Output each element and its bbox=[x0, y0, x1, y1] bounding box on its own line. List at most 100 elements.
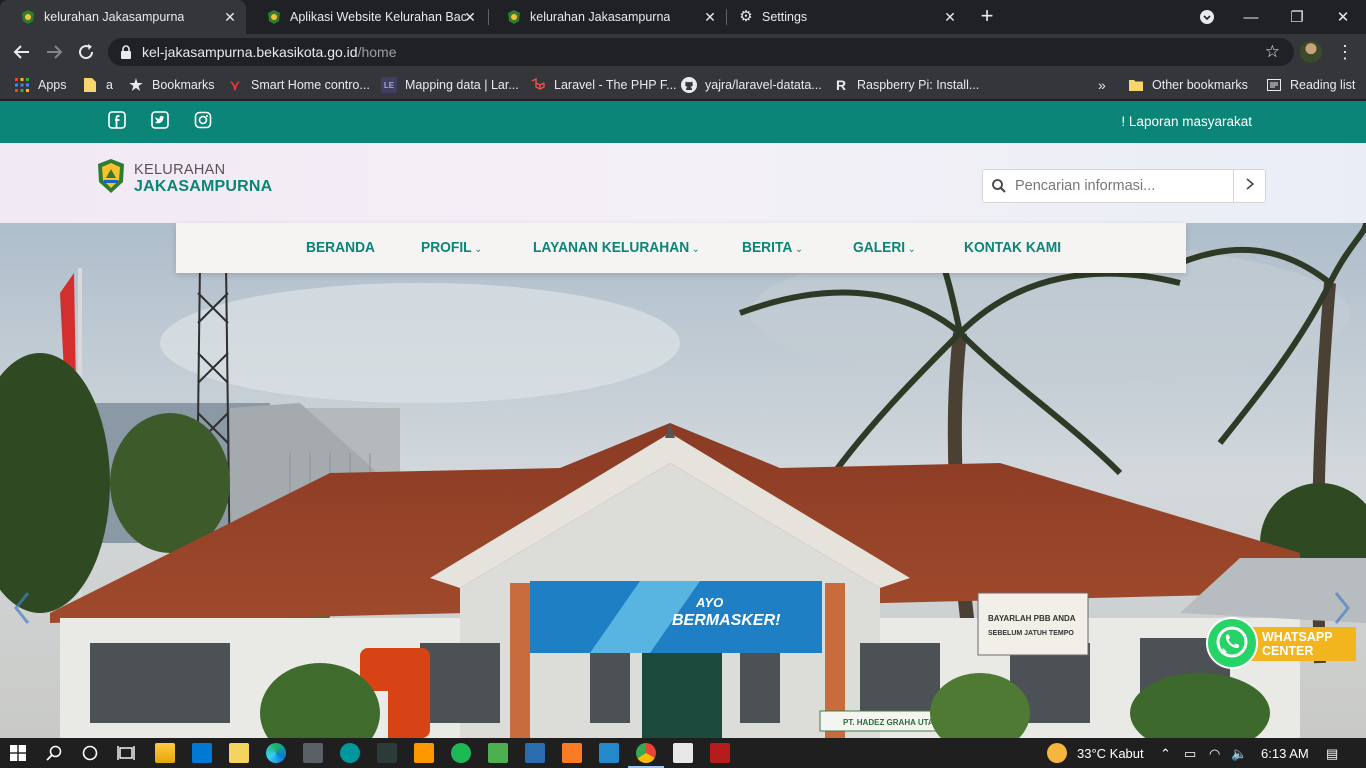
chevron-down-icon: ⌄ bbox=[907, 244, 916, 255]
close-icon[interactable]: ✕ bbox=[222, 9, 238, 25]
chevron-right-icon bbox=[1245, 178, 1254, 190]
notification-icon[interactable]: ▤ bbox=[1326, 746, 1338, 762]
task-view-icon[interactable] bbox=[117, 745, 135, 761]
search-input[interactable] bbox=[1015, 170, 1233, 202]
tab-title: Settings bbox=[762, 10, 808, 24]
close-icon[interactable]: ✕ bbox=[942, 9, 958, 25]
app-tool-icon[interactable] bbox=[488, 743, 508, 763]
show-hidden-icons-icon[interactable]: ⌃ bbox=[1160, 746, 1171, 762]
nav-layanan-kelurahan[interactable]: LAYANAN KELURAHAN ⌄ bbox=[533, 239, 700, 256]
wifi-icon[interactable]: ◠ bbox=[1209, 746, 1220, 762]
nav-label: KONTAK KAMI bbox=[964, 239, 1062, 256]
url-domain: kel-jakasampurna.bekasikota.go.id bbox=[142, 44, 358, 60]
xampp-icon[interactable] bbox=[562, 743, 582, 763]
windows-taskbar: 33°C Kabut ⌃ ▭ ◠ 🔈 6:13 AM ▤ bbox=[0, 738, 1366, 768]
logo-text-top: KELURAHAN bbox=[134, 162, 226, 178]
profile-avatar[interactable] bbox=[1300, 41, 1322, 63]
tab-aplikasi-backend[interactable]: Aplikasi Website Kelurahan Backend ✕ bbox=[246, 0, 486, 34]
volume-icon[interactable]: 🔈 bbox=[1231, 746, 1247, 762]
tab-title: kelurahan Jakasampurna bbox=[530, 10, 671, 24]
bekasi-emblem-icon[interactable] bbox=[96, 158, 126, 194]
file-explorer-icon[interactable] bbox=[155, 743, 175, 763]
tab-settings[interactable]: ⚙ Settings ✕ bbox=[718, 0, 966, 34]
arrow-right-icon bbox=[47, 45, 63, 59]
vscode-icon[interactable] bbox=[599, 743, 619, 763]
reading-list-icon bbox=[1266, 77, 1282, 93]
facebook-icon[interactable] bbox=[108, 111, 126, 129]
search-icon[interactable] bbox=[46, 745, 62, 761]
bookmark-laravel[interactable]: Laravel - The PHP F... bbox=[530, 76, 677, 94]
browser-menu-icon[interactable]: ⋮ bbox=[1336, 40, 1354, 64]
weather-icon[interactable] bbox=[1047, 743, 1067, 763]
clock-time[interactable]: 6:13 AM bbox=[1261, 746, 1309, 761]
forward-button[interactable] bbox=[42, 40, 66, 64]
minimize-button[interactable]: — bbox=[1228, 0, 1274, 34]
sublime-text-icon[interactable] bbox=[414, 743, 434, 763]
bookmarks-overflow-button[interactable]: » bbox=[1098, 76, 1106, 94]
bookmark-bookmarks[interactable]: ★ Bookmarks bbox=[128, 76, 214, 94]
logo-text-bottom: JAKASAMPURNA bbox=[134, 178, 273, 195]
nav-profil[interactable]: PROFIL ⌄ bbox=[421, 239, 482, 256]
other-bookmarks[interactable]: Other bookmarks bbox=[1128, 76, 1248, 94]
reload-button[interactable] bbox=[74, 40, 98, 64]
tab-search-button[interactable] bbox=[1184, 0, 1230, 34]
network-tool-icon[interactable] bbox=[303, 743, 323, 763]
whatsapp-label-line1: WHATSAPP bbox=[1262, 630, 1333, 644]
nav-label: BERITA bbox=[742, 239, 793, 256]
cortana-icon[interactable] bbox=[82, 745, 98, 761]
chrome-icon[interactable] bbox=[636, 743, 656, 763]
bookmark-smart-home[interactable]: ⋎ Smart Home contro... bbox=[227, 76, 370, 94]
site-header: KELURAHAN JAKASAMPURNA bbox=[0, 143, 1366, 223]
edge-icon[interactable] bbox=[266, 743, 286, 763]
app-white-icon[interactable] bbox=[673, 743, 693, 763]
nav-beranda[interactable]: BERANDA bbox=[306, 239, 375, 256]
bookmark-a[interactable]: a bbox=[82, 76, 113, 94]
nav-label: BERANDA bbox=[306, 239, 375, 256]
nav-label: LAYANAN KELURAHAN bbox=[533, 239, 690, 256]
bookmark-yajra-github[interactable]: yajra/laravel-datata... bbox=[681, 76, 822, 94]
sticky-notes-icon[interactable] bbox=[229, 743, 249, 763]
bookmark-raspberry-pi[interactable]: R Raspberry Pi: Install... bbox=[833, 76, 979, 94]
tab-title: kelurahan Jakasampurna bbox=[44, 10, 185, 24]
weather-text[interactable]: 33°C Kabut bbox=[1077, 746, 1144, 761]
sourcetree-icon[interactable] bbox=[525, 743, 545, 763]
close-icon[interactable]: ✕ bbox=[702, 9, 718, 25]
mail-icon[interactable] bbox=[192, 743, 212, 763]
instagram-icon[interactable] bbox=[194, 111, 212, 129]
kelurahan-favicon-icon bbox=[508, 10, 520, 24]
filezilla-icon[interactable] bbox=[710, 743, 730, 763]
bookmark-apps[interactable]: Apps bbox=[14, 76, 67, 94]
twitter-icon[interactable] bbox=[151, 111, 169, 129]
nav-kontak-kami[interactable]: KONTAK KAMI bbox=[964, 239, 1061, 256]
bookmark-label: Smart Home contro... bbox=[251, 78, 370, 92]
tab-kelurahan-active[interactable]: kelurahan Jakasampurna ✕ bbox=[0, 0, 246, 34]
arduino-icon[interactable] bbox=[340, 743, 360, 763]
bookmark-label: Raspberry Pi: Install... bbox=[857, 78, 980, 92]
tab-kelurahan[interactable]: kelurahan Jakasampurna ✕ bbox=[486, 0, 726, 34]
bookmark-star-icon[interactable]: ☆ bbox=[1265, 42, 1280, 62]
browser-toolbar: kel-jakasampurna.bekasikota.go.id/home ☆… bbox=[0, 34, 1366, 70]
reload-icon bbox=[79, 44, 94, 60]
back-button[interactable] bbox=[10, 40, 34, 64]
address-bar[interactable]: kel-jakasampurna.bekasikota.go.id/home ☆ bbox=[108, 38, 1294, 66]
laporan-masyarakat-link[interactable]: ! Laporan masyarakat bbox=[1121, 114, 1252, 129]
whatsapp-icon[interactable] bbox=[1206, 617, 1258, 669]
spotify-icon[interactable] bbox=[451, 743, 471, 763]
windows-start-icon[interactable] bbox=[10, 745, 26, 761]
bookmark-label: a bbox=[106, 78, 113, 92]
bookmark-mapping-data[interactable]: LE Mapping data | Lar... bbox=[381, 76, 519, 94]
new-tab-button[interactable]: + bbox=[976, 5, 998, 27]
nav-galeri[interactable]: GALERI ⌄ bbox=[853, 239, 916, 256]
battery-icon[interactable]: ▭ bbox=[1184, 746, 1196, 762]
restore-button[interactable]: ❐ bbox=[1274, 0, 1320, 34]
close-icon[interactable]: ✕ bbox=[462, 9, 478, 25]
whatsapp-label-line2: CENTER bbox=[1262, 644, 1314, 658]
window-close-button[interactable]: ✕ bbox=[1320, 0, 1366, 34]
search-submit-button[interactable] bbox=[1233, 170, 1265, 202]
pycharm-icon[interactable] bbox=[377, 743, 397, 763]
bookmark-label: Reading list bbox=[1290, 78, 1356, 92]
reading-list[interactable]: Reading list bbox=[1266, 76, 1355, 94]
nav-berita[interactable]: BERITA ⌄ bbox=[742, 239, 803, 256]
folder-icon bbox=[1128, 77, 1144, 93]
banner-text-line1: AYO bbox=[695, 595, 723, 610]
